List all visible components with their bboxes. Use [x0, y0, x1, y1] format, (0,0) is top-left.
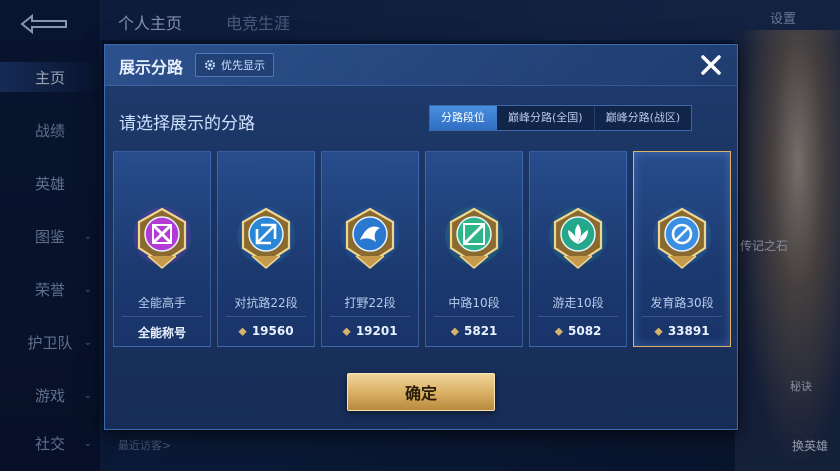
card-divider [434, 316, 514, 317]
card-divider [122, 316, 202, 317]
lane-type-segmented-control: 分路段位 巅峰分路(全国) 巅峰分路(战区) [429, 105, 693, 131]
card-farm-lane[interactable]: 发育路30段 ⬥ 33891 [633, 151, 731, 347]
lane-score-value: 全能称号 [137, 326, 186, 340]
lane-score: ⬥ 19201 [322, 324, 418, 339]
card-roam[interactable]: 游走10段 ⬥ 5082 [529, 151, 627, 347]
confirm-button[interactable]: 确定 [347, 373, 495, 411]
lane-name: 对抗路22段 [234, 296, 298, 310]
mid-lane-emblem-icon [445, 207, 503, 269]
close-icon [701, 55, 721, 75]
lane-name: 游走10段 [552, 296, 604, 310]
card-clash-lane[interactable]: 对抗路22段 ⬥ 19560 [217, 151, 315, 347]
card-divider [226, 316, 306, 317]
segment-peak-national[interactable]: 巅峰分路(全国) [497, 106, 595, 130]
lane-score-value: 19201 [355, 324, 398, 338]
lane-score: 全能称号 [114, 324, 210, 341]
card-allround[interactable]: 全能高手 全能称号 [113, 151, 211, 347]
lane-score: ⬥ 5082 [530, 324, 626, 339]
dialog-header: 展示分路 优先显示 [105, 45, 737, 86]
lane-name: 发育路30段 [650, 296, 714, 310]
rank-point-icon: ⬥ [450, 324, 459, 338]
priority-display-button[interactable]: 优先显示 [195, 53, 274, 77]
rank-point-icon: ⬥ [654, 324, 663, 338]
lane-score: ⬥ 5821 [426, 324, 522, 339]
clash-lane-emblem-icon [237, 207, 295, 269]
card-divider [330, 316, 410, 317]
lane-display-dialog: 展示分路 优先显示 请选择展示的分路 分路段位 巅峰分路(全国) 巅峰分路(战区… [104, 44, 738, 430]
card-divider [538, 316, 618, 317]
lane-score-value: 5821 [464, 324, 498, 338]
lane-score-value: 5082 [568, 324, 602, 338]
dialog-subtitle: 请选择展示的分路 [119, 114, 255, 134]
rank-point-icon: ⬥ [238, 324, 247, 338]
segment-peak-region[interactable]: 巅峰分路(战区) [595, 106, 692, 130]
card-jungle[interactable]: 打野22段 ⬥ 19201 [321, 151, 419, 347]
priority-display-label: 优先显示 [221, 59, 265, 72]
rank-point-icon: ⬥ [554, 324, 563, 338]
farm-lane-emblem-icon [653, 207, 711, 269]
jungle-emblem-icon [341, 207, 399, 269]
lane-score-value: 33891 [667, 324, 710, 338]
lane-score-value: 19560 [251, 324, 294, 338]
rank-point-icon: ⬥ [342, 324, 351, 338]
card-mid-lane[interactable]: 中路10段 ⬥ 5821 [425, 151, 523, 347]
lane-score: ⬥ 33891 [634, 324, 730, 339]
roam-emblem-icon [549, 207, 607, 269]
card-divider [642, 316, 722, 317]
close-button[interactable] [695, 49, 727, 81]
lane-name: 全能高手 [137, 296, 186, 310]
lane-name: 中路10段 [448, 296, 500, 310]
dialog-title: 展示分路 [119, 58, 184, 77]
gear-icon [205, 60, 215, 70]
lane-name: 打野22段 [344, 296, 396, 310]
allround-emblem-icon [133, 207, 191, 269]
segment-lane-rank[interactable]: 分路段位 [430, 106, 497, 130]
lane-score: ⬥ 19560 [218, 324, 314, 339]
